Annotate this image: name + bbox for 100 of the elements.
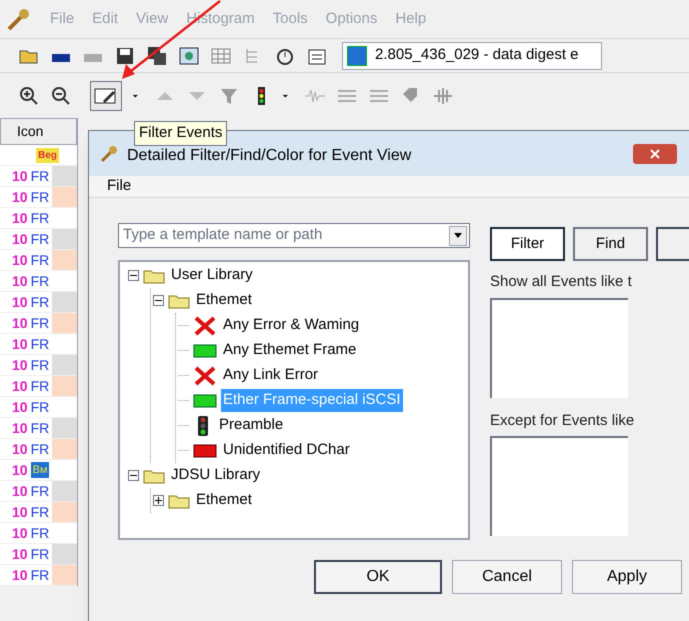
- grid-cell: FR: [30, 316, 50, 330]
- tree-item[interactable]: Any Error & Waming: [221, 314, 362, 337]
- dialog-title: Detailed Filter/Find/Color for Event View: [127, 146, 412, 166]
- tree-item[interactable]: JDSU Library: [169, 464, 262, 487]
- minus-icon: [130, 272, 137, 279]
- except-events-box[interactable]: [490, 436, 628, 536]
- grid-cell: FR: [30, 526, 50, 540]
- document-title: 2.805_436_029 - data digest e: [375, 45, 579, 66]
- zoom-out-icon[interactable]: [50, 84, 72, 106]
- column-header: Icon: [0, 118, 77, 145]
- grid-cell: 10: [12, 169, 28, 183]
- close-button[interactable]: [633, 144, 677, 164]
- grid-cell: FR: [30, 484, 50, 498]
- row-highlight: [52, 166, 77, 186]
- tree-item[interactable]: Unidentified DChar: [221, 439, 352, 462]
- grid-cell: FR: [30, 211, 50, 225]
- grid-cell: 10: [12, 211, 28, 225]
- grid-cell: 10: [12, 568, 28, 582]
- grid-cell: 10: [12, 253, 28, 267]
- row-highlight: [52, 481, 77, 501]
- expand-toggle[interactable]: [153, 495, 164, 506]
- grid-cell: 10: [12, 526, 28, 540]
- row-highlight: [52, 565, 77, 585]
- grid-cell: FR: [30, 253, 50, 267]
- row-highlight: [52, 418, 77, 438]
- grid-cell: FR: [30, 568, 50, 582]
- grid-cell: 10: [12, 337, 28, 351]
- plus-icon: [155, 497, 162, 504]
- row-highlight: [52, 439, 77, 459]
- frame-icon: [193, 394, 217, 408]
- grid-cell: 10: [12, 463, 28, 477]
- grid-cell: FR: [30, 232, 50, 246]
- grid-cell: FR: [30, 169, 50, 183]
- folder-icon: [143, 468, 165, 484]
- row-highlight: [52, 355, 77, 375]
- bookmark-marker: Bм: [30, 462, 50, 478]
- folder-icon: [168, 292, 190, 308]
- field-label: Except for Events like: [490, 410, 636, 430]
- collapse-toggle[interactable]: [153, 295, 164, 306]
- row-highlight: [52, 292, 77, 312]
- field-label: Show all Events like t: [490, 272, 633, 292]
- begin-marker: Beg: [36, 148, 59, 162]
- folder-icon: [168, 492, 190, 508]
- grid-cell: 10: [12, 484, 28, 498]
- collapse-toggle[interactable]: [128, 270, 139, 281]
- grid-cell: FR: [30, 190, 50, 204]
- grid-cell: 10: [12, 421, 28, 435]
- grid-cell: FR: [30, 421, 50, 435]
- grid-cell: FR: [30, 547, 50, 561]
- grid-cell: 10: [12, 358, 28, 372]
- tree-item[interactable]: Ethemet: [194, 289, 254, 312]
- filter-events-button[interactable]: [90, 80, 122, 110]
- grid-cell: 10: [12, 379, 28, 393]
- grid-cell: FR: [30, 295, 50, 309]
- grid-cell: FR: [30, 358, 50, 372]
- row-highlight: [52, 313, 77, 333]
- dialog-button[interactable]: Apply: [572, 560, 682, 594]
- folder-icon: [143, 268, 165, 284]
- tree-item[interactable]: Ethemet: [194, 489, 254, 512]
- minus-icon: [130, 472, 137, 479]
- grid-cell: 10: [12, 316, 28, 330]
- menu-item[interactable]: File: [107, 175, 132, 198]
- grid-cell: FR: [30, 442, 50, 456]
- grid-cell: FR: [30, 379, 50, 393]
- filter-icon: [94, 86, 118, 106]
- grid-cell: 10: [12, 274, 28, 288]
- minus-icon: [155, 297, 162, 304]
- dialog-button[interactable]: Cancel: [452, 560, 562, 594]
- tab[interactable]: [656, 227, 689, 261]
- frame-icon: [193, 344, 217, 358]
- document-selector[interactable]: 2.805_436_029 - data digest e: [342, 42, 602, 70]
- close-icon: [650, 148, 660, 158]
- row-highlight: [52, 250, 77, 270]
- row-highlight: [52, 502, 77, 522]
- grid-cell: FR: [30, 505, 50, 519]
- tab[interactable]: Find: [573, 227, 648, 261]
- show-events-box[interactable]: [490, 298, 628, 398]
- tree-item[interactable]: Preamble: [217, 414, 286, 437]
- row-highlight: [52, 376, 77, 396]
- row-highlight: [52, 544, 77, 564]
- cross-icon: [193, 316, 217, 336]
- cross-icon: [193, 366, 217, 386]
- tree-item[interactable]: User Library: [169, 264, 255, 287]
- frame-icon: [193, 444, 217, 458]
- dialog-button[interactable]: OK: [314, 560, 442, 594]
- grid-cell: 10: [12, 442, 28, 456]
- tree-item[interactable]: Any Link Error: [221, 364, 320, 387]
- grid-cell: FR: [30, 274, 50, 288]
- grid-cell: 10: [12, 295, 28, 309]
- bookmark-icon: [347, 46, 367, 66]
- tab[interactable]: Filter: [490, 227, 565, 261]
- dropdown-icon: [449, 226, 467, 246]
- grid-cell: 10: [12, 547, 28, 561]
- tree-item[interactable]: Any Ethemet Frame: [221, 339, 358, 362]
- view-icon[interactable]: [178, 44, 200, 66]
- tooltip: Filter Events: [134, 121, 228, 146]
- wrench-icon: [99, 144, 119, 164]
- collapse-toggle[interactable]: [128, 470, 139, 481]
- grid-cell: FR: [30, 337, 50, 351]
- zoom-in-icon[interactable]: [18, 84, 40, 106]
